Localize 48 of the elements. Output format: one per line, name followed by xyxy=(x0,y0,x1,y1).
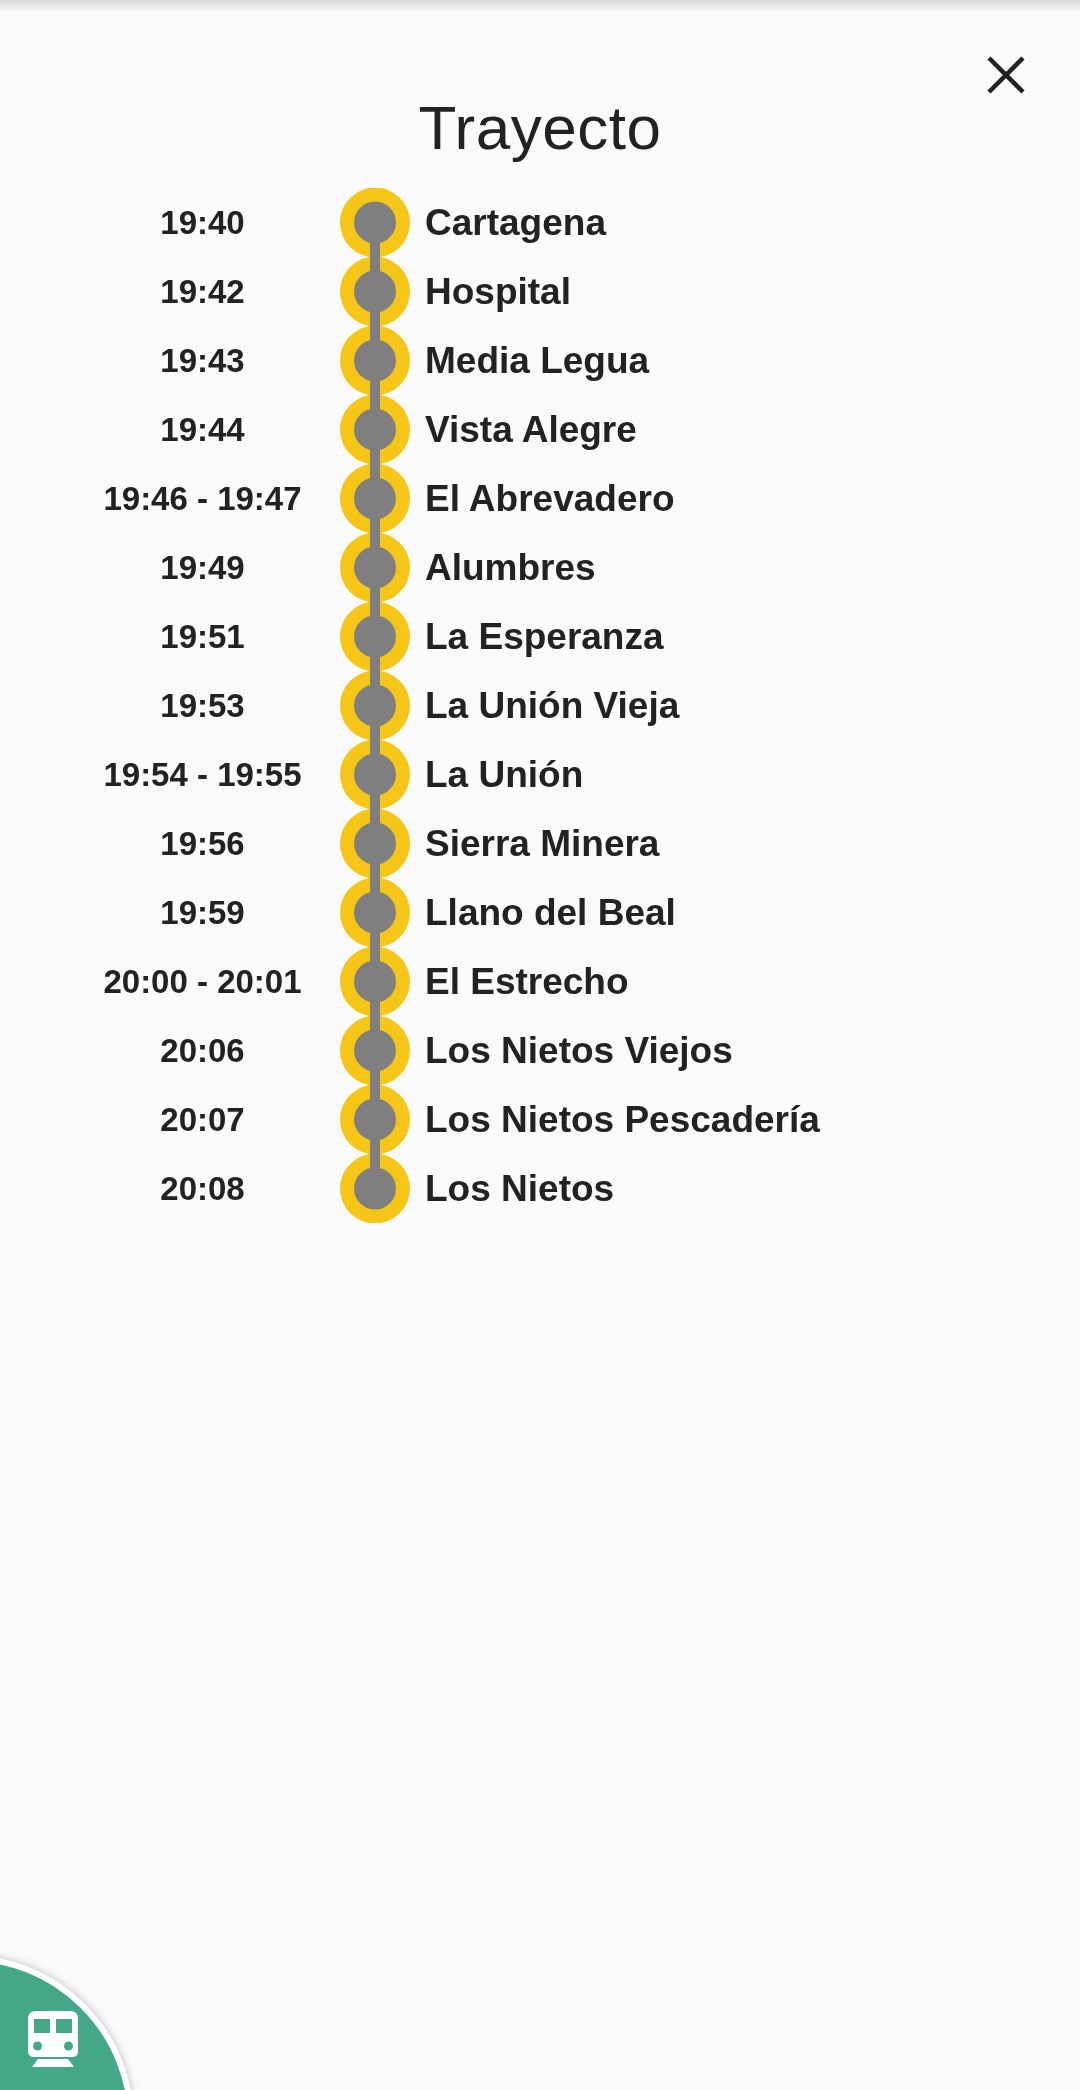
stop-dot xyxy=(354,408,396,451)
station-name: La Unión xyxy=(425,753,584,796)
station-name: Los Nietos Viejos xyxy=(425,1029,733,1072)
stop-time: 20:06 xyxy=(160,1031,245,1070)
stop-time: 19:54 - 19:55 xyxy=(103,755,302,794)
stop-time: 19:44 xyxy=(160,410,245,449)
station-name: El Estrecho xyxy=(425,960,629,1003)
stop-dot xyxy=(354,684,396,727)
page-title: Trayecto xyxy=(417,92,663,164)
stop-dot xyxy=(354,477,396,520)
stop-dot xyxy=(354,615,396,658)
stop-dot xyxy=(354,270,396,313)
station-name: Hospital xyxy=(425,270,571,313)
stop-time: 19:49 xyxy=(160,548,245,587)
station-name: Los Nietos xyxy=(425,1167,615,1210)
train-icon xyxy=(28,2011,78,2067)
stop-time: 19:42 xyxy=(160,272,245,311)
station-name: Llano del Beal xyxy=(425,891,676,934)
station-name: El Abrevadero xyxy=(425,477,675,520)
station-name: La Esperanza xyxy=(425,615,664,658)
stop-time: 19:56 xyxy=(160,824,245,863)
station-name: Alumbres xyxy=(425,546,596,589)
stop-dot xyxy=(354,1098,396,1141)
station-name: Vista Alegre xyxy=(425,408,637,451)
station-name: Los Nietos Pescadería xyxy=(425,1098,820,1141)
stop-time: 20:00 - 20:01 xyxy=(103,962,302,1001)
station-name: La Unión Vieja xyxy=(425,684,680,727)
stop-dot xyxy=(354,822,396,865)
stop-dot xyxy=(354,339,396,382)
stop-time: 20:07 xyxy=(160,1100,245,1139)
stop-dot xyxy=(354,201,396,244)
stop-dot xyxy=(354,960,396,1003)
stop-time: 19:46 - 19:47 xyxy=(103,479,302,518)
close-icon xyxy=(986,55,1026,95)
stop-dot xyxy=(354,753,396,796)
stop-time: 20:08 xyxy=(160,1169,245,1208)
stop-time: 19:40 xyxy=(160,203,245,242)
stop-dot xyxy=(354,546,396,589)
stop-time: 19:51 xyxy=(160,617,245,656)
stop-dot xyxy=(354,1029,396,1072)
station-name: Cartagena xyxy=(425,201,606,244)
stop-time: 19:53 xyxy=(160,686,245,725)
stop-dot xyxy=(354,1167,396,1210)
station-name: Media Legua xyxy=(425,339,650,382)
station-name: Sierra Minera xyxy=(425,822,660,865)
stop-time: 19:59 xyxy=(160,893,245,932)
stop-time: 19:43 xyxy=(160,341,245,380)
stop-dot xyxy=(354,891,396,934)
